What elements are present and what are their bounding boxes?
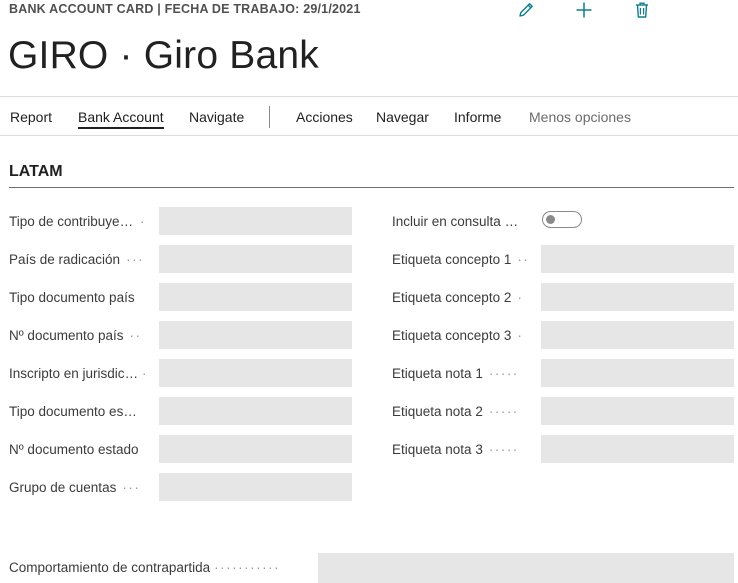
field-label: Tipo documento país — [9, 290, 135, 305]
edit-pencil-icon[interactable] — [516, 0, 536, 20]
etiqueta-concepto-3-field[interactable] — [541, 321, 734, 349]
field-label-text: Nº documento país — [9, 328, 124, 343]
etiqueta-concepto-2-field[interactable] — [541, 283, 734, 311]
menu-bottom-divider — [0, 135, 738, 136]
label-dots: · — [517, 290, 524, 305]
field-label: Incluir en consulta … — [392, 214, 518, 229]
field-label-text: Tipo documento país — [9, 290, 135, 305]
field-label: Nº documento país ·· — [9, 328, 142, 343]
pais-radicacion-field[interactable] — [159, 245, 352, 273]
label-dots: · — [140, 214, 146, 229]
field-label-text: Nº documento estado — [9, 442, 139, 457]
label-dots: ··· — [122, 480, 141, 495]
etiqueta-nota-2-field[interactable] — [541, 397, 734, 425]
field-label-text: Etiqueta concepto 3 — [392, 328, 512, 343]
field-label-text: Etiqueta nota 2 — [392, 404, 483, 419]
n-documento-estado-field[interactable] — [159, 435, 352, 463]
delete-trash-icon[interactable] — [632, 0, 652, 20]
section-title-latam: LATAM — [9, 163, 63, 180]
field-label-text: Etiqueta nota 3 — [392, 442, 483, 457]
toggle-knob — [546, 215, 555, 224]
field-label: Tipo documento estado — [9, 404, 140, 419]
label-dots: ····· — [488, 366, 519, 381]
field-label-text: Tipo de contribuyente — [9, 214, 134, 229]
add-plus-icon[interactable] — [574, 0, 594, 20]
field-label: Etiqueta concepto 2 · — [392, 290, 523, 305]
label-dots: · — [517, 328, 524, 343]
field-label: Etiqueta concepto 1 ·· — [392, 252, 529, 267]
grupo-cuentas-field[interactable] — [159, 473, 352, 501]
field-label-text: Inscripto en jurisdicción — [9, 366, 140, 381]
menu-item-navigate[interactable]: Navigate — [189, 109, 244, 125]
field-label-text: País de radicación — [9, 252, 121, 267]
field-label-text: Etiqueta nota 1 — [392, 366, 483, 381]
menu-item-menos-opciones[interactable]: Menos opciones — [529, 109, 631, 125]
field-label: Tipo de contribuyente · — [9, 214, 146, 229]
menu-separator — [269, 106, 270, 128]
menu-top-divider — [0, 96, 738, 97]
section-divider — [9, 187, 734, 188]
label-dots: ····· — [488, 442, 519, 457]
tipo-documento-estado-field[interactable] — [159, 397, 352, 425]
label-dots: ··········· — [214, 560, 281, 575]
field-label: Grupo de cuentas ··· — [9, 480, 140, 495]
incluir-consulta-toggle[interactable] — [542, 211, 582, 228]
tipo-contribuyente-field[interactable] — [159, 207, 352, 235]
label-dots: ····· — [488, 404, 519, 419]
field-label-text: Etiqueta concepto 2 — [392, 290, 512, 305]
field-label: Etiqueta nota 1 ····· — [392, 366, 519, 381]
field-label: Etiqueta concepto 3 · — [392, 328, 523, 343]
etiqueta-nota-1-field[interactable] — [541, 359, 734, 387]
field-label-text: Incluir en consulta — [392, 214, 501, 229]
field-label: País de radicación ··· — [9, 252, 144, 267]
field-label-text: Tipo documento estado — [9, 404, 140, 419]
etiqueta-concepto-1-field[interactable] — [541, 245, 734, 273]
menu-item-bank-account[interactable]: Bank Account — [78, 109, 164, 129]
field-label: Comportamiento de contrapartida ·········… — [9, 560, 280, 575]
label-dots: ·· — [129, 328, 142, 343]
field-label: Inscripto en jurisdicción · — [9, 366, 148, 381]
etiqueta-nota-3-field[interactable] — [541, 435, 734, 463]
page-breadcrumb: BANK ACCOUNT CARD | FECHA DE TRABAJO: 29… — [9, 2, 361, 16]
label-dots: ·· — [517, 252, 530, 267]
label-ellipsis: … — [500, 214, 519, 229]
menu-item-informe[interactable]: Informe — [454, 109, 501, 125]
menu-item-navegar[interactable]: Navegar — [376, 109, 429, 125]
field-label: Etiqueta nota 3 ····· — [392, 442, 519, 457]
n-documento-pais-field[interactable] — [159, 321, 352, 349]
field-label-text: Etiqueta concepto 1 — [392, 252, 512, 267]
field-label-text: Grupo de cuentas — [9, 480, 117, 495]
field-label: Etiqueta nota 2 ····· — [392, 404, 519, 419]
comportamiento-contrapartida-field[interactable] — [318, 553, 734, 583]
label-dots: · — [142, 366, 148, 381]
field-label: Nº documento estado — [9, 442, 139, 457]
tipo-documento-pais-field[interactable] — [159, 283, 352, 311]
page-title: GIRO · Giro Bank — [8, 34, 319, 77]
menu-item-report[interactable]: Report — [10, 109, 52, 125]
label-dots: ··· — [126, 252, 145, 267]
inscripto-jurisdiccion-field[interactable] — [159, 359, 352, 387]
menu-item-acciones[interactable]: Acciones — [296, 109, 353, 125]
field-label-text: Comportamiento de contrapartida — [9, 560, 211, 575]
bank-account-card-page: BANK ACCOUNT CARD | FECHA DE TRABAJO: 29… — [0, 0, 738, 583]
